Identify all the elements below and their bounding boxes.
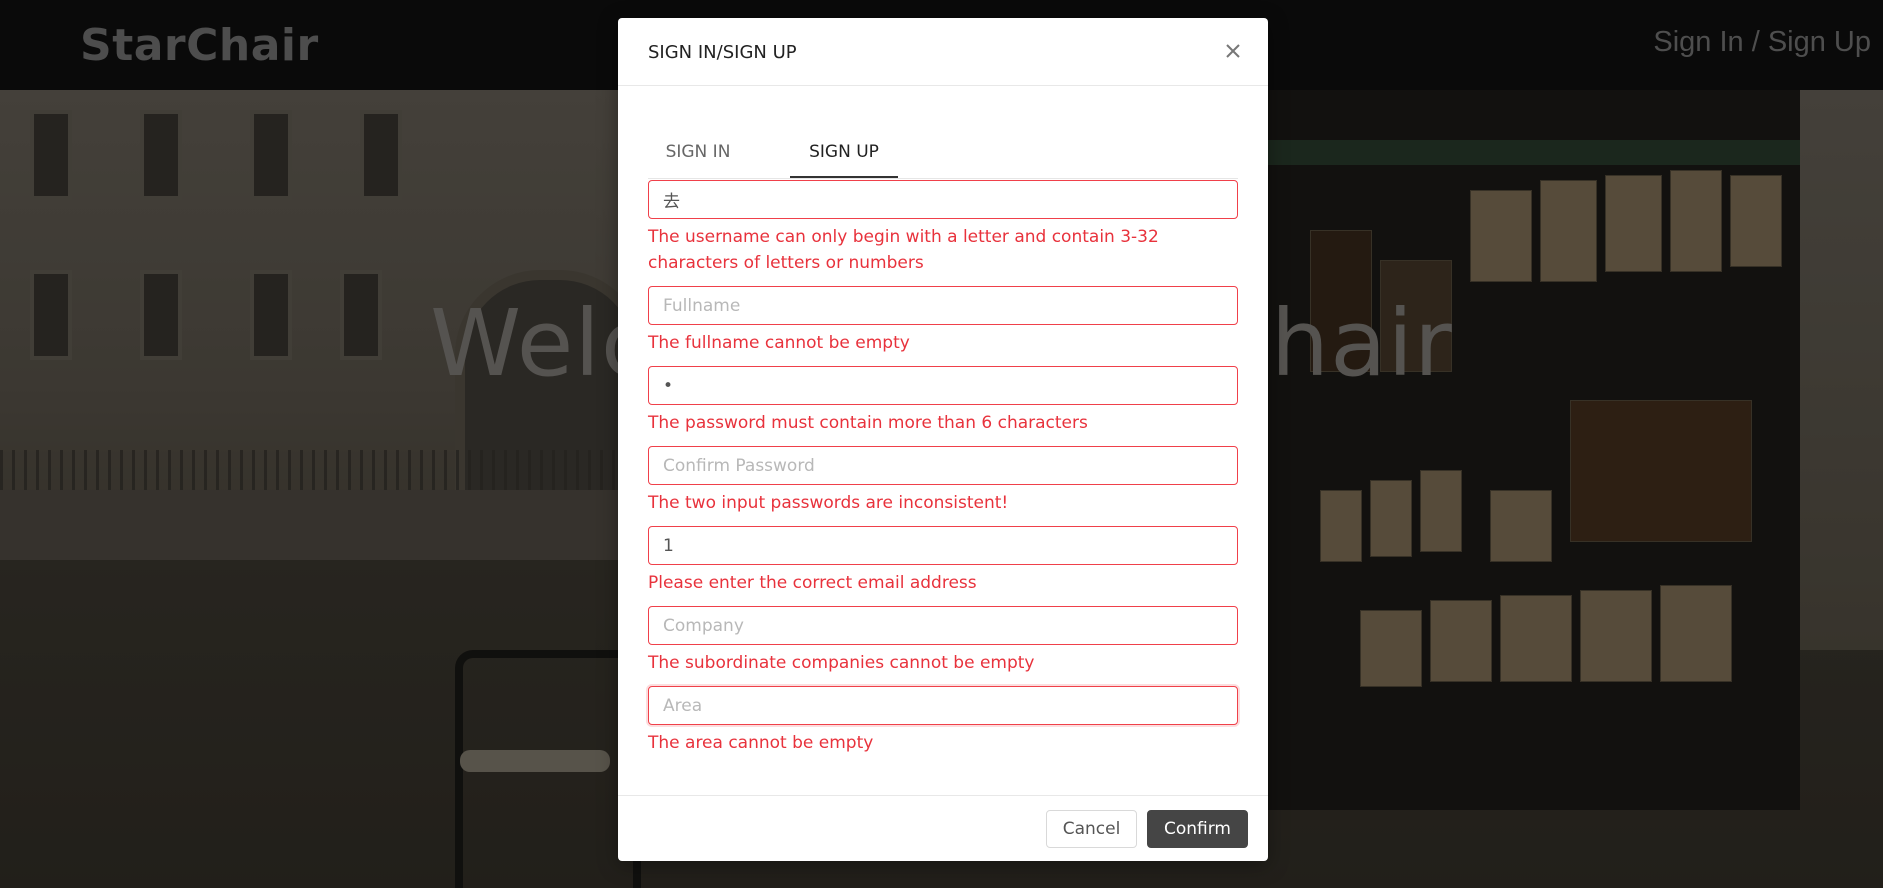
auth-tabs: SIGN IN SIGN UP — [648, 130, 1238, 179]
confirm-button[interactable]: Confirm — [1147, 810, 1248, 848]
tab-sign-in[interactable]: SIGN IN — [648, 130, 748, 176]
fullname-input[interactable] — [648, 286, 1238, 325]
cancel-button[interactable]: Cancel — [1046, 810, 1137, 848]
confirm-password-error: The two input passwords are inconsistent… — [648, 493, 1009, 513]
close-icon[interactable] — [1218, 36, 1248, 66]
company-input[interactable] — [648, 606, 1238, 645]
email-input[interactable] — [648, 526, 1238, 565]
sign-in-sign-up-dialog: SIGN IN/SIGN UP SIGN IN SIGN UP The user… — [618, 18, 1268, 861]
email-error: Please enter the correct email address — [648, 573, 977, 593]
username-error: The username can only begin with a lette… — [648, 227, 1159, 273]
fullname-error: The fullname cannot be empty — [648, 333, 910, 353]
password-error: The password must contain more than 6 ch… — [648, 413, 1088, 433]
modal-header: SIGN IN/SIGN UP — [618, 18, 1268, 86]
confirm-password-input[interactable] — [648, 446, 1238, 485]
password-input[interactable] — [648, 366, 1238, 405]
area-error: The area cannot be empty — [648, 733, 874, 753]
company-error: The subordinate companies cannot be empt… — [648, 653, 1035, 673]
username-input[interactable] — [648, 180, 1238, 219]
modal-footer: Cancel Confirm — [618, 795, 1268, 861]
area-input[interactable] — [648, 686, 1238, 725]
tab-sign-up[interactable]: SIGN UP — [790, 130, 898, 178]
modal-title: SIGN IN/SIGN UP — [648, 42, 797, 63]
